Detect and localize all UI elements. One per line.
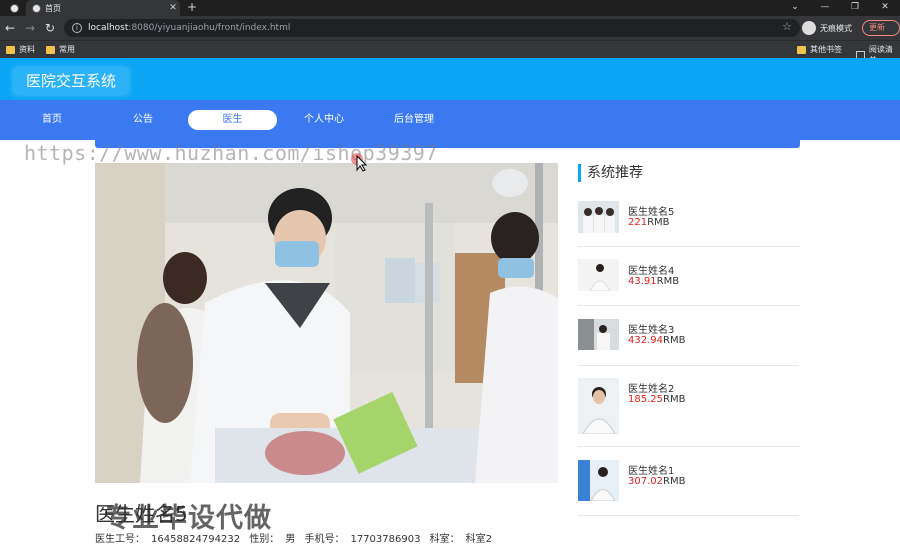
update-button[interactable]: 更新	[862, 20, 900, 36]
tab-title: 首页	[45, 3, 61, 13]
browser-tab-inactive[interactable]	[2, 0, 26, 16]
doctor-info-row: 医生工号： 16458824794232 性别： 男 手机号： 17703786903…	[95, 530, 498, 545]
incognito-icon	[802, 21, 816, 35]
recommend-price: 307.02RMB	[628, 476, 685, 487]
dept-value: 科室2	[465, 534, 493, 545]
price-value: 221	[628, 217, 648, 228]
price-unit: RMB	[656, 276, 680, 287]
window-controls: ⌄ — ❐ ✕	[780, 0, 900, 16]
info-icon[interactable]: i	[72, 23, 82, 33]
profile-label: 无痕模式	[820, 23, 852, 33]
recommend-name: 医生姓名4	[628, 266, 675, 277]
site-header: 医院交互系统	[0, 58, 900, 100]
doctor-thumbnail	[578, 201, 619, 233]
price-value: 307.02	[628, 476, 663, 487]
recommend-item[interactable]: 医生姓名2 185.25RMB	[578, 377, 799, 447]
recommend-name: 医生姓名1	[628, 466, 675, 477]
bookmark-label: 常用	[59, 45, 75, 54]
price-unit: RMB	[647, 217, 670, 228]
back-arrow-icon[interactable]: ←	[2, 20, 18, 36]
recommend-item[interactable]: 医生姓名1 307.02RMB	[578, 459, 799, 516]
main-navbar: 首页 公告 医生 个人中心 后台管理	[0, 100, 900, 140]
gender-value: 男	[285, 534, 296, 545]
dept-label: 科室：	[429, 534, 460, 545]
minimize-icon[interactable]: —	[810, 0, 840, 16]
doctor-thumbnail	[578, 378, 619, 434]
doctor-id-value: 16458824794232	[151, 534, 241, 545]
site-logo[interactable]: 医院交互系统	[14, 68, 129, 94]
recommend-price: 185.25RMB	[628, 394, 685, 405]
recommend-price: 43.91RMB	[628, 276, 679, 287]
star-icon[interactable]: ☆	[782, 20, 792, 33]
close-window-icon[interactable]: ✕	[870, 0, 900, 16]
nav-item-admin[interactable]: 后台管理	[384, 110, 444, 130]
reload-icon[interactable]: ↻	[42, 20, 58, 36]
recommend-price: 432.94RMB	[628, 335, 685, 346]
globe-icon	[9, 3, 19, 13]
browser-tab-strip: 首页 ✕ + ⌄ — ❐ ✕	[0, 0, 900, 16]
new-tab-button[interactable]: +	[184, 0, 200, 16]
recommend-name: 医生姓名3	[628, 325, 675, 336]
forward-arrow-icon[interactable]: →	[22, 20, 38, 36]
recommend-title: 系统推荐	[578, 164, 643, 182]
nav-item-doctor[interactable]: 医生	[188, 110, 277, 130]
address-bar[interactable]: i localhost :8080/yiyuanjiaohu/front/ind…	[64, 19, 800, 37]
recommend-item[interactable]: 医生姓名5 221RMB	[578, 200, 799, 247]
restore-icon[interactable]: ❐	[840, 0, 870, 16]
nav-item-home[interactable]: 首页	[22, 110, 82, 130]
chevron-down-icon[interactable]: ⌄	[780, 0, 810, 16]
phone-value: 17703786903	[350, 534, 421, 545]
url-host: localhost	[88, 23, 129, 33]
bookmark-folder-other[interactable]: 其他书签	[797, 44, 842, 55]
mouse-cursor-icon	[351, 153, 368, 172]
recommend-item[interactable]: 医生姓名3 432.94RMB	[578, 318, 799, 366]
recommend-name: 医生姓名5	[628, 207, 675, 218]
url-path: :8080/yiyuanjiaohu/front/index.html	[128, 23, 291, 33]
price-unit: RMB	[663, 476, 686, 487]
folder-icon	[46, 45, 55, 54]
doctor-thumbnail	[578, 319, 619, 350]
recommend-name: 医生姓名2	[628, 384, 675, 395]
incognito-profile[interactable]: 无痕模式	[802, 20, 852, 36]
doctor-thumbnail	[578, 259, 619, 291]
bookmarks-bar: 资料 常用 其他书签 阅读清单	[0, 40, 900, 65]
doctor-id-label: 医生工号：	[95, 534, 145, 545]
bookmark-label: 其他书签	[810, 45, 842, 54]
doctor-photo	[95, 163, 558, 483]
browser-tab-active[interactable]: 首页 ✕	[26, 0, 180, 16]
folder-icon	[797, 45, 806, 54]
recommend-item[interactable]: 医生姓名4 43.91RMB	[578, 259, 799, 306]
bookmark-folder[interactable]: 常用	[46, 44, 75, 55]
nav-item-notice[interactable]: 公告	[113, 110, 173, 130]
gender-label: 性别：	[249, 534, 280, 545]
bookmark-label: 资料	[19, 45, 35, 54]
nav-item-personal-center[interactable]: 个人中心	[294, 110, 354, 130]
price-value: 185.25	[628, 394, 663, 405]
folder-icon	[6, 45, 15, 54]
browser-toolbar: ← → ↻ i localhost :8080/yiyuanjiaohu/fro…	[0, 16, 900, 40]
price-unit: RMB	[663, 335, 686, 346]
close-icon[interactable]: ✕	[166, 3, 180, 13]
bookmark-folder[interactable]: 资料	[6, 44, 35, 55]
recommend-price: 221RMB	[628, 217, 670, 228]
doctor-thumbnail	[578, 460, 619, 501]
globe-icon	[32, 3, 41, 13]
watermark-url: https://www.huzhan.com/ishop39397	[24, 141, 438, 165]
price-unit: RMB	[663, 394, 686, 405]
price-value: 432.94	[628, 335, 663, 346]
phone-label: 手机号：	[304, 534, 345, 545]
price-value: 43.91	[628, 276, 657, 287]
